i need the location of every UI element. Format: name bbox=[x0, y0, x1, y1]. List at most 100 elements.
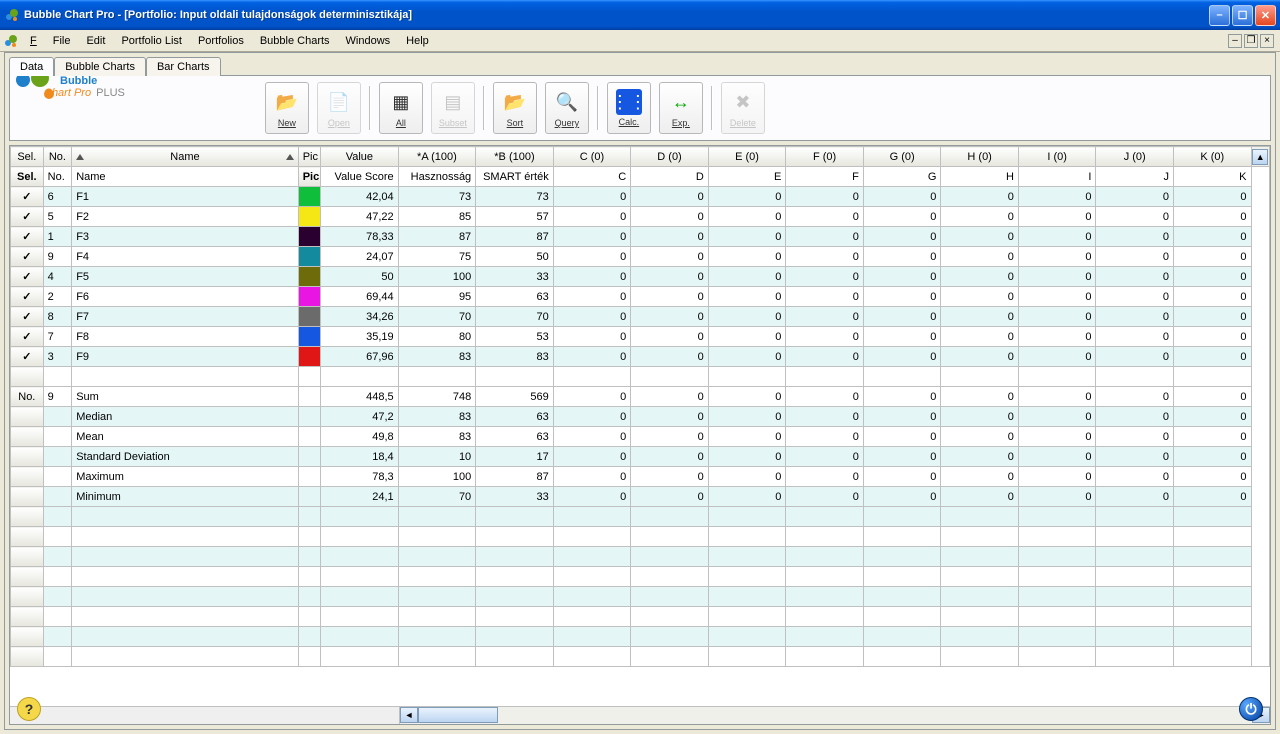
col-j[interactable]: J (0) bbox=[1096, 147, 1174, 167]
cell[interactable]: 0 bbox=[786, 247, 864, 267]
cell[interactable]: 0 bbox=[786, 287, 864, 307]
horizontal-scrollbar[interactable]: ◄ ► bbox=[10, 706, 1270, 724]
row-color[interactable] bbox=[298, 207, 320, 227]
row-no[interactable]: 8 bbox=[43, 307, 72, 327]
toolbar-all-button[interactable]: ▦All bbox=[379, 82, 423, 134]
row-color[interactable] bbox=[298, 187, 320, 207]
row-name[interactable]: F9 bbox=[72, 347, 298, 367]
cell[interactable]: 0 bbox=[1018, 327, 1096, 347]
cell[interactable]: 0 bbox=[631, 347, 709, 367]
row-a[interactable]: 80 bbox=[398, 327, 476, 347]
cell[interactable]: 0 bbox=[1018, 207, 1096, 227]
row-no[interactable]: 9 bbox=[43, 247, 72, 267]
cell[interactable]: 0 bbox=[941, 387, 1019, 407]
cell[interactable]: 0 bbox=[786, 227, 864, 247]
cell[interactable]: 0 bbox=[786, 307, 864, 327]
row-name[interactable]: F2 bbox=[72, 207, 298, 227]
cell[interactable]: 0 bbox=[863, 327, 941, 347]
col-pic[interactable]: Pic bbox=[298, 147, 320, 167]
row-b[interactable]: 57 bbox=[476, 207, 554, 227]
row-no[interactable]: 5 bbox=[43, 207, 72, 227]
col-h[interactable]: H (0) bbox=[941, 147, 1019, 167]
row-no[interactable]: 4 bbox=[43, 267, 72, 287]
cell[interactable]: 0 bbox=[1096, 387, 1174, 407]
cell[interactable]: 0 bbox=[1018, 307, 1096, 327]
row-value[interactable]: 50 bbox=[321, 267, 399, 287]
cell[interactable]: 0 bbox=[1173, 247, 1251, 267]
cell[interactable]: 0 bbox=[863, 207, 941, 227]
cell[interactable]: 0 bbox=[786, 267, 864, 287]
row-b[interactable]: 63 bbox=[476, 287, 554, 307]
cell[interactable]: 0 bbox=[708, 487, 786, 507]
row-selected[interactable] bbox=[11, 187, 44, 207]
toolbar-new-button[interactable]: 📂New bbox=[265, 82, 309, 134]
cell[interactable]: 0 bbox=[1018, 407, 1096, 427]
row-no[interactable]: 2 bbox=[43, 287, 72, 307]
row-color[interactable] bbox=[298, 347, 320, 367]
row-name[interactable]: F7 bbox=[72, 307, 298, 327]
row-selected[interactable] bbox=[11, 267, 44, 287]
row-no[interactable]: 6 bbox=[43, 187, 72, 207]
cell[interactable]: 0 bbox=[1096, 487, 1174, 507]
cell[interactable]: 0 bbox=[631, 327, 709, 347]
cell[interactable]: 0 bbox=[553, 427, 631, 447]
hscroll-thumb[interactable] bbox=[418, 707, 498, 723]
cell[interactable]: 0 bbox=[631, 227, 709, 247]
cell[interactable]: 0 bbox=[553, 207, 631, 227]
cell[interactable]: 0 bbox=[1096, 287, 1174, 307]
cell[interactable]: 0 bbox=[863, 487, 941, 507]
row-b[interactable]: 70 bbox=[476, 307, 554, 327]
cell[interactable]: 0 bbox=[1018, 487, 1096, 507]
cell[interactable]: 0 bbox=[941, 187, 1019, 207]
cell[interactable]: 0 bbox=[631, 487, 709, 507]
menu-portfolios[interactable]: Portfolios bbox=[190, 33, 252, 49]
cell[interactable]: 0 bbox=[1096, 327, 1174, 347]
close-button[interactable]: ✕ bbox=[1255, 5, 1276, 26]
hscroll-left[interactable]: ◄ bbox=[400, 707, 418, 723]
row-b[interactable]: 33 bbox=[476, 267, 554, 287]
col-a[interactable]: *A (100) bbox=[398, 147, 476, 167]
cell[interactable]: 0 bbox=[708, 187, 786, 207]
cell[interactable]: 0 bbox=[1173, 467, 1251, 487]
menu-help[interactable]: Help bbox=[398, 33, 437, 49]
toolbar-sort-button[interactable]: 📂Sort bbox=[493, 82, 537, 134]
row-color[interactable] bbox=[298, 247, 320, 267]
cell[interactable]: 0 bbox=[631, 187, 709, 207]
cell[interactable]: 0 bbox=[1096, 247, 1174, 267]
cell[interactable]: 0 bbox=[863, 347, 941, 367]
cell[interactable]: 0 bbox=[863, 287, 941, 307]
row-name[interactable]: F5 bbox=[72, 267, 298, 287]
menu-bubble-charts[interactable]: Bubble Charts bbox=[252, 33, 338, 49]
cell[interactable]: 0 bbox=[863, 427, 941, 447]
toolbar-calc-button[interactable]: ⋮⋮Calc. bbox=[607, 82, 651, 134]
cell[interactable]: 0 bbox=[1018, 247, 1096, 267]
row-value[interactable]: 67,96 bbox=[321, 347, 399, 367]
tab-bubble-charts[interactable]: Bubble Charts bbox=[54, 57, 146, 76]
cell[interactable]: 0 bbox=[863, 187, 941, 207]
row-value[interactable]: 35,19 bbox=[321, 327, 399, 347]
toolbar-exp-button[interactable]: ↔Exp. bbox=[659, 82, 703, 134]
menu-file[interactable]: Fdocument.currentScript.previousElementS… bbox=[22, 33, 45, 49]
row-color[interactable] bbox=[298, 227, 320, 247]
cell[interactable]: 0 bbox=[1173, 227, 1251, 247]
col-k[interactable]: K (0) bbox=[1173, 147, 1251, 167]
row-selected[interactable] bbox=[11, 287, 44, 307]
help-button[interactable]: ? bbox=[17, 697, 41, 721]
cell[interactable]: 0 bbox=[708, 407, 786, 427]
row-color[interactable] bbox=[298, 307, 320, 327]
row-no[interactable]: 7 bbox=[43, 327, 72, 347]
cell[interactable]: 0 bbox=[553, 287, 631, 307]
cell[interactable]: 0 bbox=[1173, 407, 1251, 427]
cell[interactable]: 0 bbox=[1173, 427, 1251, 447]
cell[interactable]: 0 bbox=[1096, 447, 1174, 467]
row-selected[interactable] bbox=[11, 327, 44, 347]
cell[interactable]: 0 bbox=[863, 407, 941, 427]
cell[interactable]: 0 bbox=[1096, 187, 1174, 207]
cell[interactable]: 0 bbox=[631, 427, 709, 447]
row-a[interactable]: 95 bbox=[398, 287, 476, 307]
cell[interactable]: 0 bbox=[1096, 227, 1174, 247]
cell[interactable]: 0 bbox=[863, 387, 941, 407]
cell[interactable]: 0 bbox=[863, 467, 941, 487]
cell[interactable]: 0 bbox=[1096, 307, 1174, 327]
col-no[interactable]: No. bbox=[43, 147, 72, 167]
